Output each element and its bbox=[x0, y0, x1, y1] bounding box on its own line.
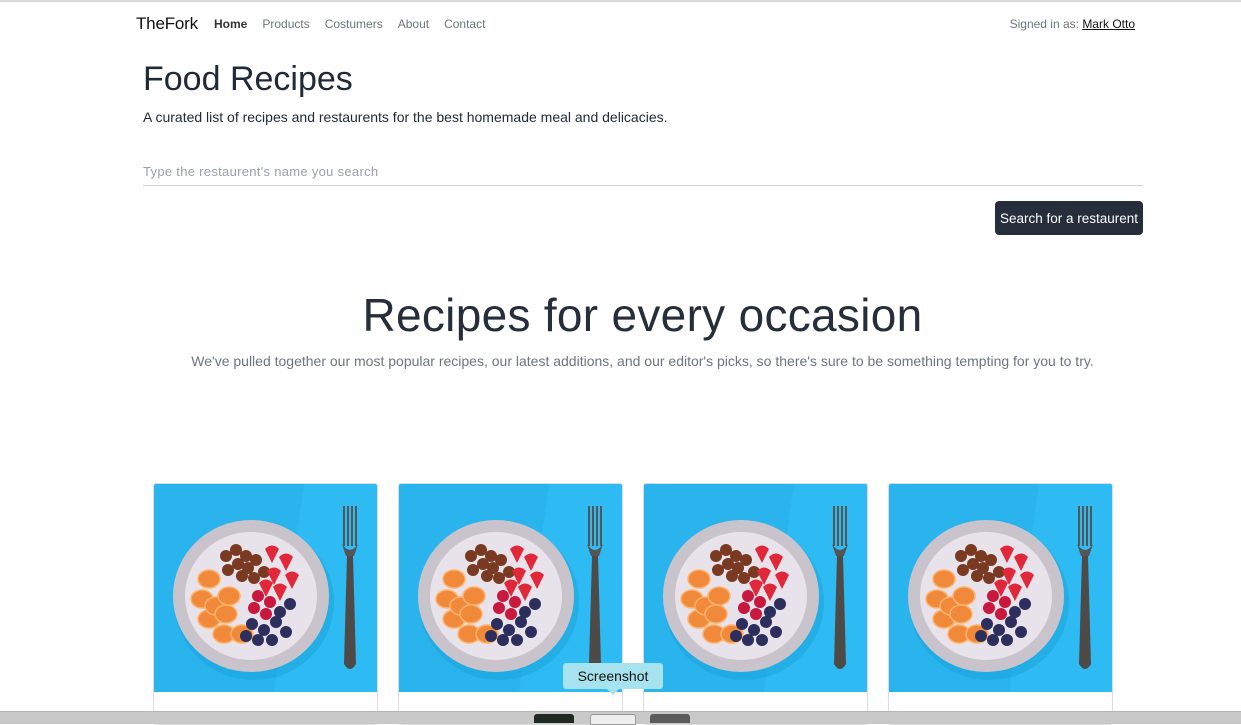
signed-in-label: Signed in as: bbox=[1009, 17, 1083, 31]
app-icon[interactable] bbox=[650, 714, 690, 723]
nav-link-about[interactable]: About bbox=[398, 17, 429, 31]
navbar: TheFork Home Products Costumers About Co… bbox=[0, 2, 1241, 46]
nav-links: Home Products Costumers About Contact bbox=[214, 17, 485, 31]
search-restaurant-button[interactable]: Search for a restaurent bbox=[995, 201, 1143, 235]
fruit-bowl-image bbox=[399, 484, 622, 692]
recipe-card[interactable] bbox=[888, 483, 1113, 725]
nav-link-costumers[interactable]: Costumers bbox=[325, 17, 383, 31]
recipe-card[interactable] bbox=[153, 483, 378, 725]
terminal-icon[interactable] bbox=[534, 714, 574, 723]
fruit-bowl-image bbox=[644, 484, 867, 692]
user-link[interactable]: Mark Otto bbox=[1082, 17, 1135, 31]
nav-link-contact[interactable]: Contact bbox=[444, 17, 485, 31]
signed-in-status: Signed in as: Mark Otto bbox=[1010, 17, 1135, 31]
fruit-bowl-image bbox=[154, 484, 377, 692]
section-lead: We've pulled together our most popular r… bbox=[191, 353, 1094, 369]
page-subtitle: A curated list of recipes and restaurent… bbox=[143, 109, 668, 125]
nav-link-home[interactable]: Home bbox=[214, 17, 247, 31]
page-title: Food Recipes bbox=[143, 60, 353, 98]
brand-logo[interactable]: TheFork bbox=[136, 14, 198, 34]
screenshot-icon[interactable] bbox=[590, 714, 636, 725]
restaurant-search-input[interactable] bbox=[143, 157, 1143, 186]
fruit-bowl-image bbox=[889, 484, 1112, 692]
recipe-card[interactable] bbox=[643, 483, 868, 725]
nav-link-products[interactable]: Products bbox=[262, 17, 309, 31]
screenshot-tooltip: Screenshot bbox=[563, 663, 663, 695]
section-heading: Recipes for every occasion bbox=[362, 289, 923, 341]
